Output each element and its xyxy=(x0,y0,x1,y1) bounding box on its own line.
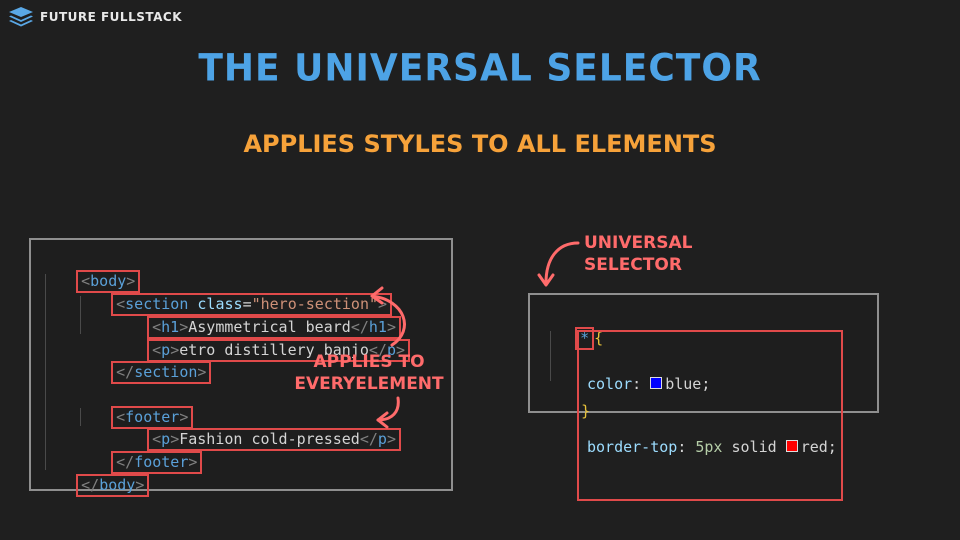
page-title: THE UNIVERSAL SELECTOR xyxy=(198,46,762,91)
brand: FUTURE FULLSTACK xyxy=(8,6,182,28)
red-swatch-icon xyxy=(785,440,798,452)
css-line-close: } xyxy=(581,402,591,420)
code-line-p1: <p>etro distillery banjo</p> xyxy=(111,319,410,362)
code-line-section-close: </section> xyxy=(75,341,212,384)
code-line-section-open: <section class="hero-section"> xyxy=(75,273,393,316)
brand-name: FUTURE FULLSTACK xyxy=(40,10,183,24)
css-declarations-box: color: blue; border-top: 5px solid red; xyxy=(577,330,843,501)
code-line-footer-open: <footer> xyxy=(75,386,194,429)
code-line-h1: <h1>Asymmetrical beard</h1> xyxy=(111,296,401,339)
css-code-panel: *{ color: blue; border-top: 5px solid re… xyxy=(528,293,879,501)
universal-selector-annotation: UNIVERSAL SELECTOR xyxy=(584,233,693,275)
stacked-layers-icon xyxy=(9,7,33,27)
css-decl-color: color: blue; xyxy=(587,375,711,393)
css-decl-border-top: border-top: 5px solid red; xyxy=(587,438,837,456)
code-line-p2: <p>Fashion cold-pressed</p> xyxy=(111,408,401,451)
code-line-body-close: </body> xyxy=(40,454,150,497)
css-line-selector: *{ xyxy=(539,307,603,350)
blue-swatch-icon xyxy=(650,377,663,389)
applies-to-every-element-annotation: APPLIES TO EVERYELEMENT xyxy=(288,351,450,395)
curved-arrow-selector-icon xyxy=(544,241,580,285)
code-line-footer-close: </footer> xyxy=(75,431,203,474)
page-subtitle: APPLIES STYLES TO ALL ELEMENTS xyxy=(243,130,717,158)
code-line-body-open: <body> xyxy=(40,250,141,293)
arrow-head-selector xyxy=(537,273,555,287)
annotation-line-2: EVERYELEMENT xyxy=(294,374,444,394)
annotation-line-1: APPLIES TO xyxy=(313,352,425,372)
